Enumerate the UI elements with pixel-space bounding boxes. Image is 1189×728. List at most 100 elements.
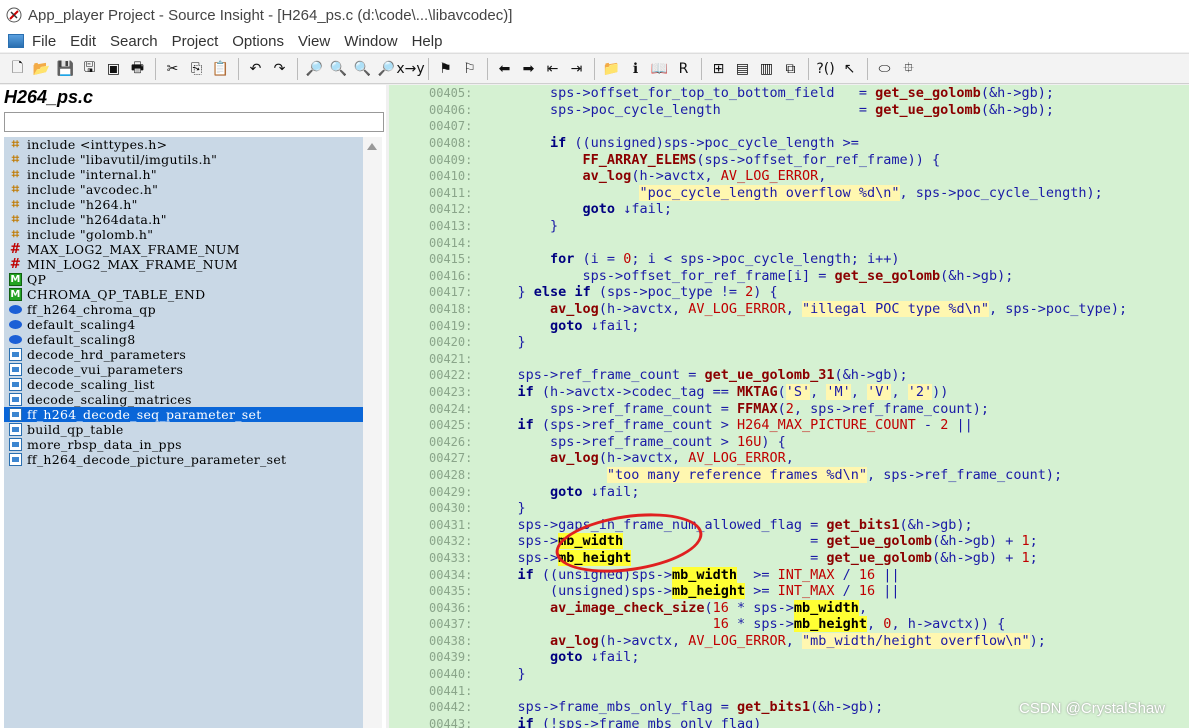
symbol-item[interactable]: ⌗ include "h264.h"	[4, 197, 363, 212]
menu-options[interactable]: Options	[232, 33, 284, 50]
menu-search[interactable]: Search	[110, 33, 158, 50]
code-line[interactable]: 00439: goto ↓fail;	[389, 649, 1189, 666]
window-icon[interactable]: ⊞	[707, 58, 730, 80]
close-icon[interactable]: ▣	[102, 58, 125, 80]
code-line[interactable]: 00407:	[389, 118, 1189, 135]
menu-window[interactable]: Window	[344, 33, 397, 50]
code-line[interactable]: 00414:	[389, 234, 1189, 251]
find-next-icon[interactable]: 🔍	[351, 58, 374, 80]
code-line[interactable]: 00418: av_log(h->avctx, AV_LOG_ERROR, "i…	[389, 301, 1189, 318]
code-line[interactable]: 00433: sps->mb_height = get_ue_golomb(&h…	[389, 549, 1189, 567]
code-line[interactable]: 00431: sps->gaps_in_frame_num_allowed_fl…	[389, 516, 1189, 533]
pointer-icon[interactable]: ↖	[838, 58, 861, 80]
code-line[interactable]: 00412: goto ↓fail;	[389, 201, 1189, 218]
symbol-item[interactable]: # MAX_LOG2_MAX_FRAME_NUM	[4, 242, 363, 257]
code-line[interactable]: 00415: for (i = 0; i < sps->poc_cycle_le…	[389, 251, 1189, 268]
symbol-item[interactable]: ⌗ include <inttypes.h>	[4, 137, 363, 152]
symbol-item[interactable]: decode_scaling_list	[4, 377, 363, 392]
bookmark-next-icon[interactable]: ⚐	[458, 58, 481, 80]
symbol-item[interactable]: decode_scaling_matrices	[4, 392, 363, 407]
code-line[interactable]: 00413: }	[389, 218, 1189, 235]
code-line[interactable]: 00422: sps->ref_frame_count = get_ue_gol…	[389, 367, 1189, 384]
jump-prev-icon[interactable]: ⇤	[541, 58, 564, 80]
back-icon[interactable]: ⬅	[493, 58, 516, 80]
menu-project[interactable]: Project	[172, 33, 219, 50]
code-line[interactable]: 00420: }	[389, 334, 1189, 351]
code-line[interactable]: 00428: "too many reference frames %d\n",…	[389, 466, 1189, 484]
symbol-item[interactable]: more_rbsp_data_in_pps	[4, 437, 363, 452]
cut-icon[interactable]: ✂	[161, 58, 184, 80]
code-line[interactable]: 00440: }	[389, 666, 1189, 683]
symbol-item[interactable]: M CHROMA_QP_TABLE_END	[4, 287, 363, 302]
code-line[interactable]: 00432: sps->mb_width = get_ue_golomb(&h-…	[389, 533, 1189, 550]
project-icon[interactable]: 📁	[600, 58, 623, 80]
symbol-search-input[interactable]	[4, 112, 384, 132]
symbol-item[interactable]: default_scaling8	[4, 332, 363, 347]
symbol-item[interactable]: ⌗ include "internal.h"	[4, 167, 363, 182]
expand-icon[interactable]: ⯐	[897, 58, 920, 80]
code-line[interactable]: 00417: } else if (sps->poc_type != 2) {	[389, 284, 1189, 301]
find-prev-icon[interactable]: 🔍	[327, 58, 350, 80]
layout2-icon[interactable]: ▥	[755, 58, 778, 80]
symbol-item[interactable]: ff_h264_decode_seq_parameter_set	[4, 407, 363, 422]
code-line[interactable]: 00416: sps->offset_for_ref_frame[i] = ge…	[389, 268, 1189, 285]
symbol-item[interactable]: # MIN_LOG2_MAX_FRAME_NUM	[4, 257, 363, 272]
code-line[interactable]: 00436: av_image_check_size(16 * sps->mb_…	[389, 599, 1189, 616]
code-line[interactable]: 00409: FF_ARRAY_ELEMS(sps->offset_for_re…	[389, 151, 1189, 168]
copy-icon[interactable]: ⎘	[185, 58, 208, 80]
symbol-list[interactable]: ⌗ include <inttypes.h> ⌗ include "libavutil…	[4, 137, 363, 728]
lookup-icon[interactable]: ?()	[814, 58, 837, 80]
code-line[interactable]: 00408: if ((unsigned)sps->poc_cycle_leng…	[389, 135, 1189, 152]
system-menu-icon[interactable]	[8, 34, 24, 48]
print-icon[interactable]: 🖶	[126, 58, 149, 80]
code-line[interactable]: 00421:	[389, 351, 1189, 368]
code-line[interactable]: 00424: sps->ref_frame_count = FFMAX(2, s…	[389, 400, 1189, 417]
open-folder-icon[interactable]: 📂	[30, 58, 53, 80]
code-line[interactable]: 00425: if (sps->ref_frame_count > H264_M…	[389, 417, 1189, 434]
symbol-item[interactable]: build_qp_table	[4, 422, 363, 437]
code-editor[interactable]: 00405: sps->offset_for_top_to_bottom_fie…	[389, 85, 1189, 728]
menu-file[interactable]: File	[32, 33, 56, 50]
layout3-icon[interactable]: ⧉	[779, 58, 802, 80]
symbol-item[interactable]: ⌗ include "libavutil/imgutils.h"	[4, 152, 363, 167]
symbol-item[interactable]: ff_h264_decode_picture_parameter_set	[4, 452, 363, 467]
view-icon[interactable]: ⬭	[873, 58, 896, 80]
save-icon[interactable]: 💾	[54, 58, 77, 80]
code-line[interactable]: 00426: sps->ref_frame_count > 16U) {	[389, 433, 1189, 450]
undo-icon[interactable]: ↶	[244, 58, 267, 80]
symbol-list-scrollbar[interactable]	[363, 137, 382, 728]
code-line[interactable]: 00411: "poc_cycle_length overflow %d\n",…	[389, 184, 1189, 202]
code-line[interactable]: 00406: sps->poc_cycle_length = get_ue_go…	[389, 102, 1189, 119]
symbol-info-icon[interactable]: ℹ	[624, 58, 647, 80]
book-icon[interactable]: 📖	[648, 58, 671, 80]
menu-help[interactable]: Help	[412, 33, 443, 50]
save-all-icon[interactable]: 🖫	[78, 58, 101, 80]
code-line[interactable]: 00435: (unsigned)sps->mb_height >= INT_M…	[389, 583, 1189, 600]
menu-view[interactable]: View	[298, 33, 330, 50]
code-line[interactable]: 00419: goto ↓fail;	[389, 317, 1189, 334]
code-line[interactable]: 00427: av_log(h->avctx, AV_LOG_ERROR,	[389, 450, 1189, 467]
symbol-item[interactable]: default_scaling4	[4, 317, 363, 332]
symbol-item[interactable]: M QP	[4, 272, 363, 287]
code-line[interactable]: 00423: if (h->avctx->codec_tag == MKTAG(…	[389, 383, 1189, 401]
paste-icon[interactable]: 📋	[209, 58, 232, 80]
layout-icon[interactable]: ▤	[731, 58, 754, 80]
symbol-item[interactable]: decode_hrd_parameters	[4, 347, 363, 362]
menu-edit[interactable]: Edit	[70, 33, 96, 50]
code-line[interactable]: 00441:	[389, 682, 1189, 699]
code-line[interactable]: 00438: av_log(h->avctx, AV_LOG_ERROR, "m…	[389, 632, 1189, 650]
code-line[interactable]: 00430: }	[389, 500, 1189, 517]
bookmark-icon[interactable]: ⚑	[434, 58, 457, 80]
symbol-item[interactable]: ⌗ include "avcodec.h"	[4, 182, 363, 197]
code-line[interactable]: 00443: if (!sps->frame_mbs_only_flag)	[389, 716, 1189, 728]
symbol-item[interactable]: ff_h264_chroma_qp	[4, 302, 363, 317]
code-line[interactable]: 00405: sps->offset_for_top_to_bottom_fie…	[389, 85, 1189, 102]
symbol-item[interactable]: decode_vui_parameters	[4, 362, 363, 377]
scroll-up-icon[interactable]	[367, 143, 377, 150]
symbol-item[interactable]: ⌗ include "golomb.h"	[4, 227, 363, 242]
jump-next-icon[interactable]: ⇥	[565, 58, 588, 80]
code-line[interactable]: 00434: if ((unsigned)sps->mb_width >= IN…	[389, 566, 1189, 583]
code-line[interactable]: 00429: goto ↓fail;	[389, 483, 1189, 500]
replace-icon[interactable]: x→y	[396, 58, 424, 80]
new-file-icon[interactable]: 🗋	[6, 58, 29, 80]
